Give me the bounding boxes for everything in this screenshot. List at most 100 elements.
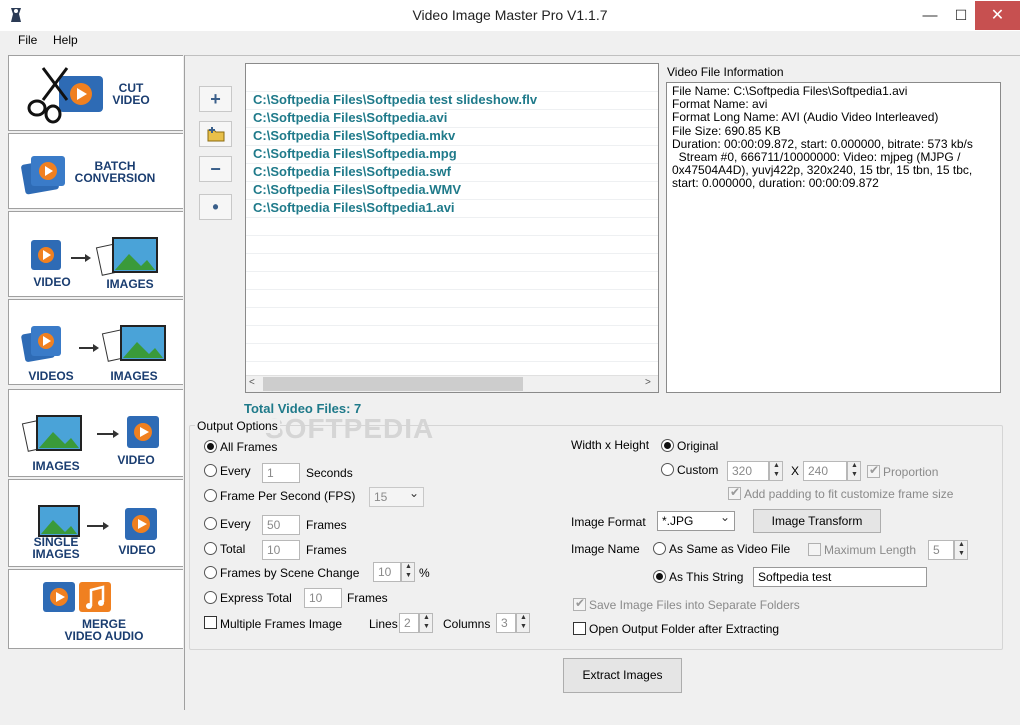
original-label: Original xyxy=(677,439,719,453)
si2v-label-left-2: IMAGES xyxy=(32,547,80,561)
menu-help[interactable]: Help xyxy=(53,33,78,47)
scroll-left-icon[interactable]: < xyxy=(249,377,255,388)
sidebar: CUT VIDEO BATCH CONVERSION VIDEO IMAGES xyxy=(8,55,184,725)
columns-label: Columns xyxy=(443,617,491,631)
sidebar-item-images-to-video[interactable]: IMAGES VIDEO xyxy=(8,389,183,477)
output-options-title: Output Options xyxy=(195,419,280,433)
multiple-frames-checkbox[interactable] xyxy=(204,616,217,629)
sidebar-item-videos-to-images[interactable]: VIDEOS IMAGES xyxy=(8,299,183,385)
extract-images-button[interactable]: Extract Images xyxy=(563,658,682,693)
scene-change-spinner[interactable] xyxy=(401,562,415,582)
v2i-label-right: IMAGES xyxy=(106,277,154,291)
merge-video-audio-icon xyxy=(43,582,111,612)
fps-radio[interactable] xyxy=(204,489,217,502)
images-to-video-icon xyxy=(21,415,159,452)
lines-spinner[interactable] xyxy=(419,613,433,633)
proportion-checkbox[interactable] xyxy=(867,463,880,478)
open-output-folder-checkbox[interactable] xyxy=(573,622,586,635)
list-item[interactable]: C:\Softpedia Files\Softpedia test slides… xyxy=(253,92,537,110)
lines-label: Lines xyxy=(369,617,398,631)
list-item[interactable]: C:\Softpedia Files\Softpedia1.avi xyxy=(253,200,455,218)
width-input[interactable]: 320 xyxy=(727,461,769,481)
open-output-folder-label: Open Output Folder after Extracting xyxy=(589,622,780,636)
all-frames-radio[interactable] xyxy=(204,440,217,453)
scene-change-input[interactable]: 10 xyxy=(373,562,401,582)
max-length-checkbox[interactable] xyxy=(808,543,821,556)
express-total-radio[interactable] xyxy=(204,591,217,604)
scene-change-radio[interactable] xyxy=(204,566,217,579)
add-folder-button[interactable] xyxy=(199,121,232,147)
folder-add-icon xyxy=(207,127,224,142)
multiple-frames-label: Multiple Frames Image xyxy=(220,617,343,631)
i2v-label-left: IMAGES xyxy=(32,459,80,473)
columns-input[interactable]: 3 xyxy=(496,613,516,633)
sidebar-item-merge-video-audio[interactable]: MERGE VIDEO AUDIO xyxy=(8,569,183,649)
list-item[interactable]: C:\Softpedia Files\Softpedia.mpg xyxy=(253,146,457,164)
fps-label: Frame Per Second (FPS) xyxy=(220,489,356,503)
list-item[interactable]: C:\Softpedia Files\Softpedia.avi xyxy=(253,110,447,128)
sidebar-item-single-images-to-video[interactable]: SINGLE IMAGES VIDEO xyxy=(8,479,183,567)
clear-list-button[interactable]: • xyxy=(199,194,232,220)
custom-size-radio[interactable] xyxy=(661,463,674,476)
menu-file[interactable]: File xyxy=(18,33,37,47)
fps-select[interactable]: 15 xyxy=(369,486,424,507)
total-label: Total xyxy=(220,542,246,556)
sidebar-item-cut-video[interactable]: CUT VIDEO xyxy=(8,55,183,131)
scene-change-label: Frames by Scene Change xyxy=(220,566,360,580)
every-seconds-radio[interactable] xyxy=(204,464,217,477)
height-spinner[interactable] xyxy=(847,461,861,481)
proportion-label: Proportion xyxy=(883,465,939,479)
every-frames-radio[interactable] xyxy=(204,517,217,530)
maximize-button[interactable]: ☐ xyxy=(948,1,974,30)
same-as-video-label: As Same as Video File xyxy=(669,542,791,556)
file-info-text[interactable]: File Name: C:\Softpedia Files\Softpedia1… xyxy=(666,82,1001,393)
sidebar-item-batch-conversion[interactable]: BATCH CONVERSION xyxy=(8,133,183,209)
list-item[interactable]: C:\Softpedia Files\Softpedia.mkv xyxy=(253,128,455,146)
max-length-input[interactable]: 5 xyxy=(928,540,954,560)
minimize-button[interactable]: — xyxy=(915,1,945,30)
height-input[interactable]: 240 xyxy=(803,461,847,481)
express-total-label: Express Total xyxy=(220,591,292,605)
image-name-string-input[interactable]: Softpedia test xyxy=(753,567,927,587)
max-length-label: Maximum Length xyxy=(824,543,917,557)
cut-label-2: VIDEO xyxy=(112,93,150,107)
every-frames-input[interactable]: 50 xyxy=(262,515,300,535)
add-padding-checkbox[interactable] xyxy=(728,485,741,500)
max-length-spinner[interactable] xyxy=(954,540,968,560)
image-transform-button[interactable]: Image Transform xyxy=(753,509,881,533)
width-height-label: Width x Height xyxy=(571,438,650,452)
save-separate-folders-checkbox[interactable] xyxy=(573,596,586,611)
file-list[interactable]: C:\Softpedia Files\Softpedia test slides… xyxy=(245,63,659,393)
add-file-button[interactable]: + xyxy=(199,86,232,112)
width-spinner[interactable] xyxy=(769,461,783,481)
si2v-label-right: VIDEO xyxy=(118,543,156,557)
batch-label-2: CONVERSION xyxy=(74,171,156,185)
express-total-input[interactable]: 10 xyxy=(304,588,342,608)
sidebar-item-video-to-images[interactable]: VIDEO IMAGES xyxy=(8,211,183,297)
original-size-radio[interactable] xyxy=(661,439,674,452)
list-item[interactable]: C:\Softpedia Files\Softpedia.swf xyxy=(253,164,451,182)
fps-value: 15 xyxy=(374,490,388,504)
every-seconds-input[interactable]: 1 xyxy=(262,463,300,483)
image-name-label: Image Name xyxy=(571,542,640,556)
v2i-label-left: VIDEO xyxy=(33,275,71,289)
window-title: Video Image Master Pro V1.1.7 xyxy=(412,7,608,23)
total-frames-input[interactable]: 10 xyxy=(262,540,300,560)
columns-spinner[interactable] xyxy=(516,613,530,633)
lines-input[interactable]: 2 xyxy=(399,613,419,633)
scroll-right-icon[interactable]: > xyxy=(645,377,651,388)
frames-label-2: Frames xyxy=(306,543,347,557)
remove-file-button[interactable]: − xyxy=(199,156,232,182)
list-item[interactable]: C:\Softpedia Files\Softpedia.WMV xyxy=(253,182,461,200)
seconds-label: Seconds xyxy=(306,466,353,480)
scissors-video-icon xyxy=(27,67,103,124)
as-this-string-radio[interactable] xyxy=(653,570,666,583)
scrollbar-thumb[interactable] xyxy=(263,377,523,391)
image-format-select[interactable]: *.JPG xyxy=(657,510,735,531)
same-as-video-radio[interactable] xyxy=(653,542,666,555)
close-button[interactable]: ✕ xyxy=(975,1,1020,30)
total-radio[interactable] xyxy=(204,542,217,555)
vs2i-label-left: VIDEOS xyxy=(28,369,74,383)
menu-bar xyxy=(0,31,1020,51)
vs2i-label-right: IMAGES xyxy=(110,369,158,383)
